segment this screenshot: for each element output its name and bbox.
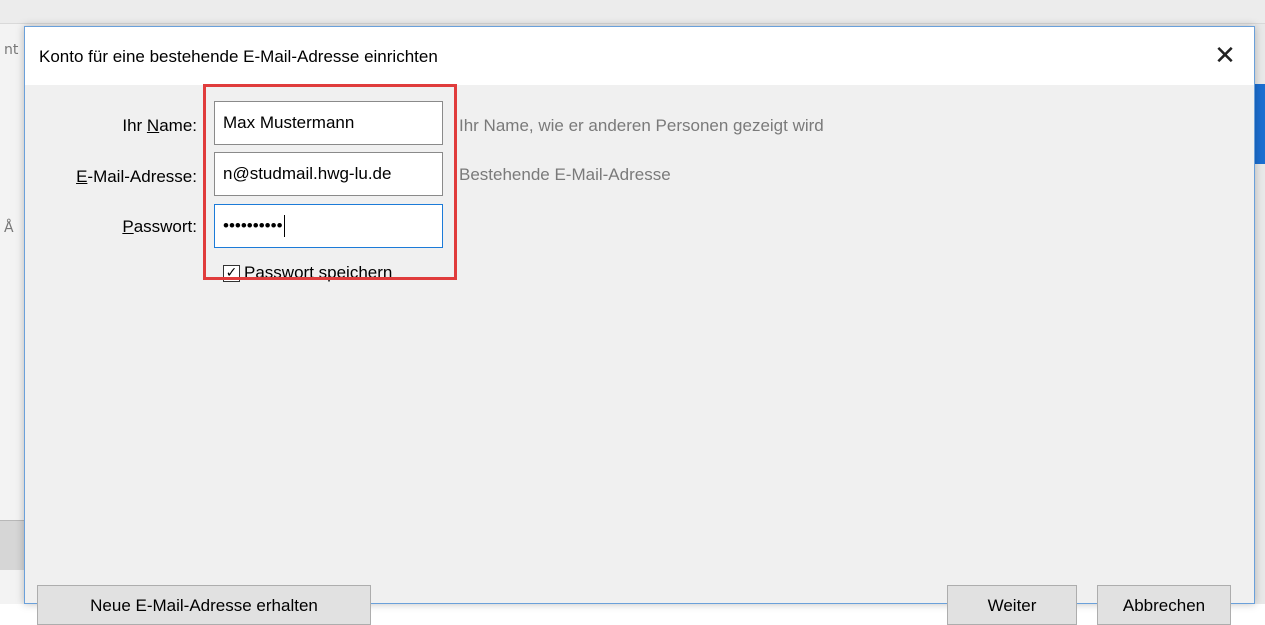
background-left-panel: nt Å [0,24,24,604]
next-button[interactable]: Weiter [947,585,1077,625]
name-input[interactable] [214,101,443,145]
background-text-fragment: nt [4,42,19,58]
password-mask: •••••••••• [223,216,283,235]
save-password-checkbox-row[interactable]: ✓ Passwort speichern [223,263,392,283]
cancel-button[interactable]: Abbrechen [1097,585,1231,625]
save-password-label: Passwort speichern [244,263,393,282]
dialog-title: Konto für eine bestehende E-Mail-Adresse… [39,47,438,66]
text-cursor [283,215,285,237]
save-password-checkbox[interactable]: ✓ [223,264,240,282]
email-hint: Bestehende E-Mail-Adresse [459,165,671,184]
background-accent-bar [1255,84,1265,164]
new-address-button[interactable]: Neue E-Mail-Adresse erhalten [37,585,371,625]
name-hint: Ihr Name, wie er anderen Personen gezeig… [459,116,824,135]
background-right-panel [1255,24,1265,604]
name-label: Ihr Name: [122,116,197,135]
password-input[interactable]: •••••••••• [214,204,443,248]
dialog-titlebar: Konto für eine bestehende E-Mail-Adresse… [25,27,1254,85]
account-setup-dialog: Konto für eine bestehende E-Mail-Adresse… [24,26,1255,625]
email-input[interactable] [214,152,443,196]
checkmark-icon: ✓ [225,265,238,281]
close-button[interactable]: ✕ [1208,39,1242,73]
background-bottom-panel [0,520,24,570]
password-label: Passwort: [122,217,197,236]
background-icon-fragment: Å [4,220,14,236]
email-label: E-Mail-Adresse: [76,167,197,186]
background-toolbar [0,0,1265,24]
close-icon: ✕ [1214,41,1236,71]
